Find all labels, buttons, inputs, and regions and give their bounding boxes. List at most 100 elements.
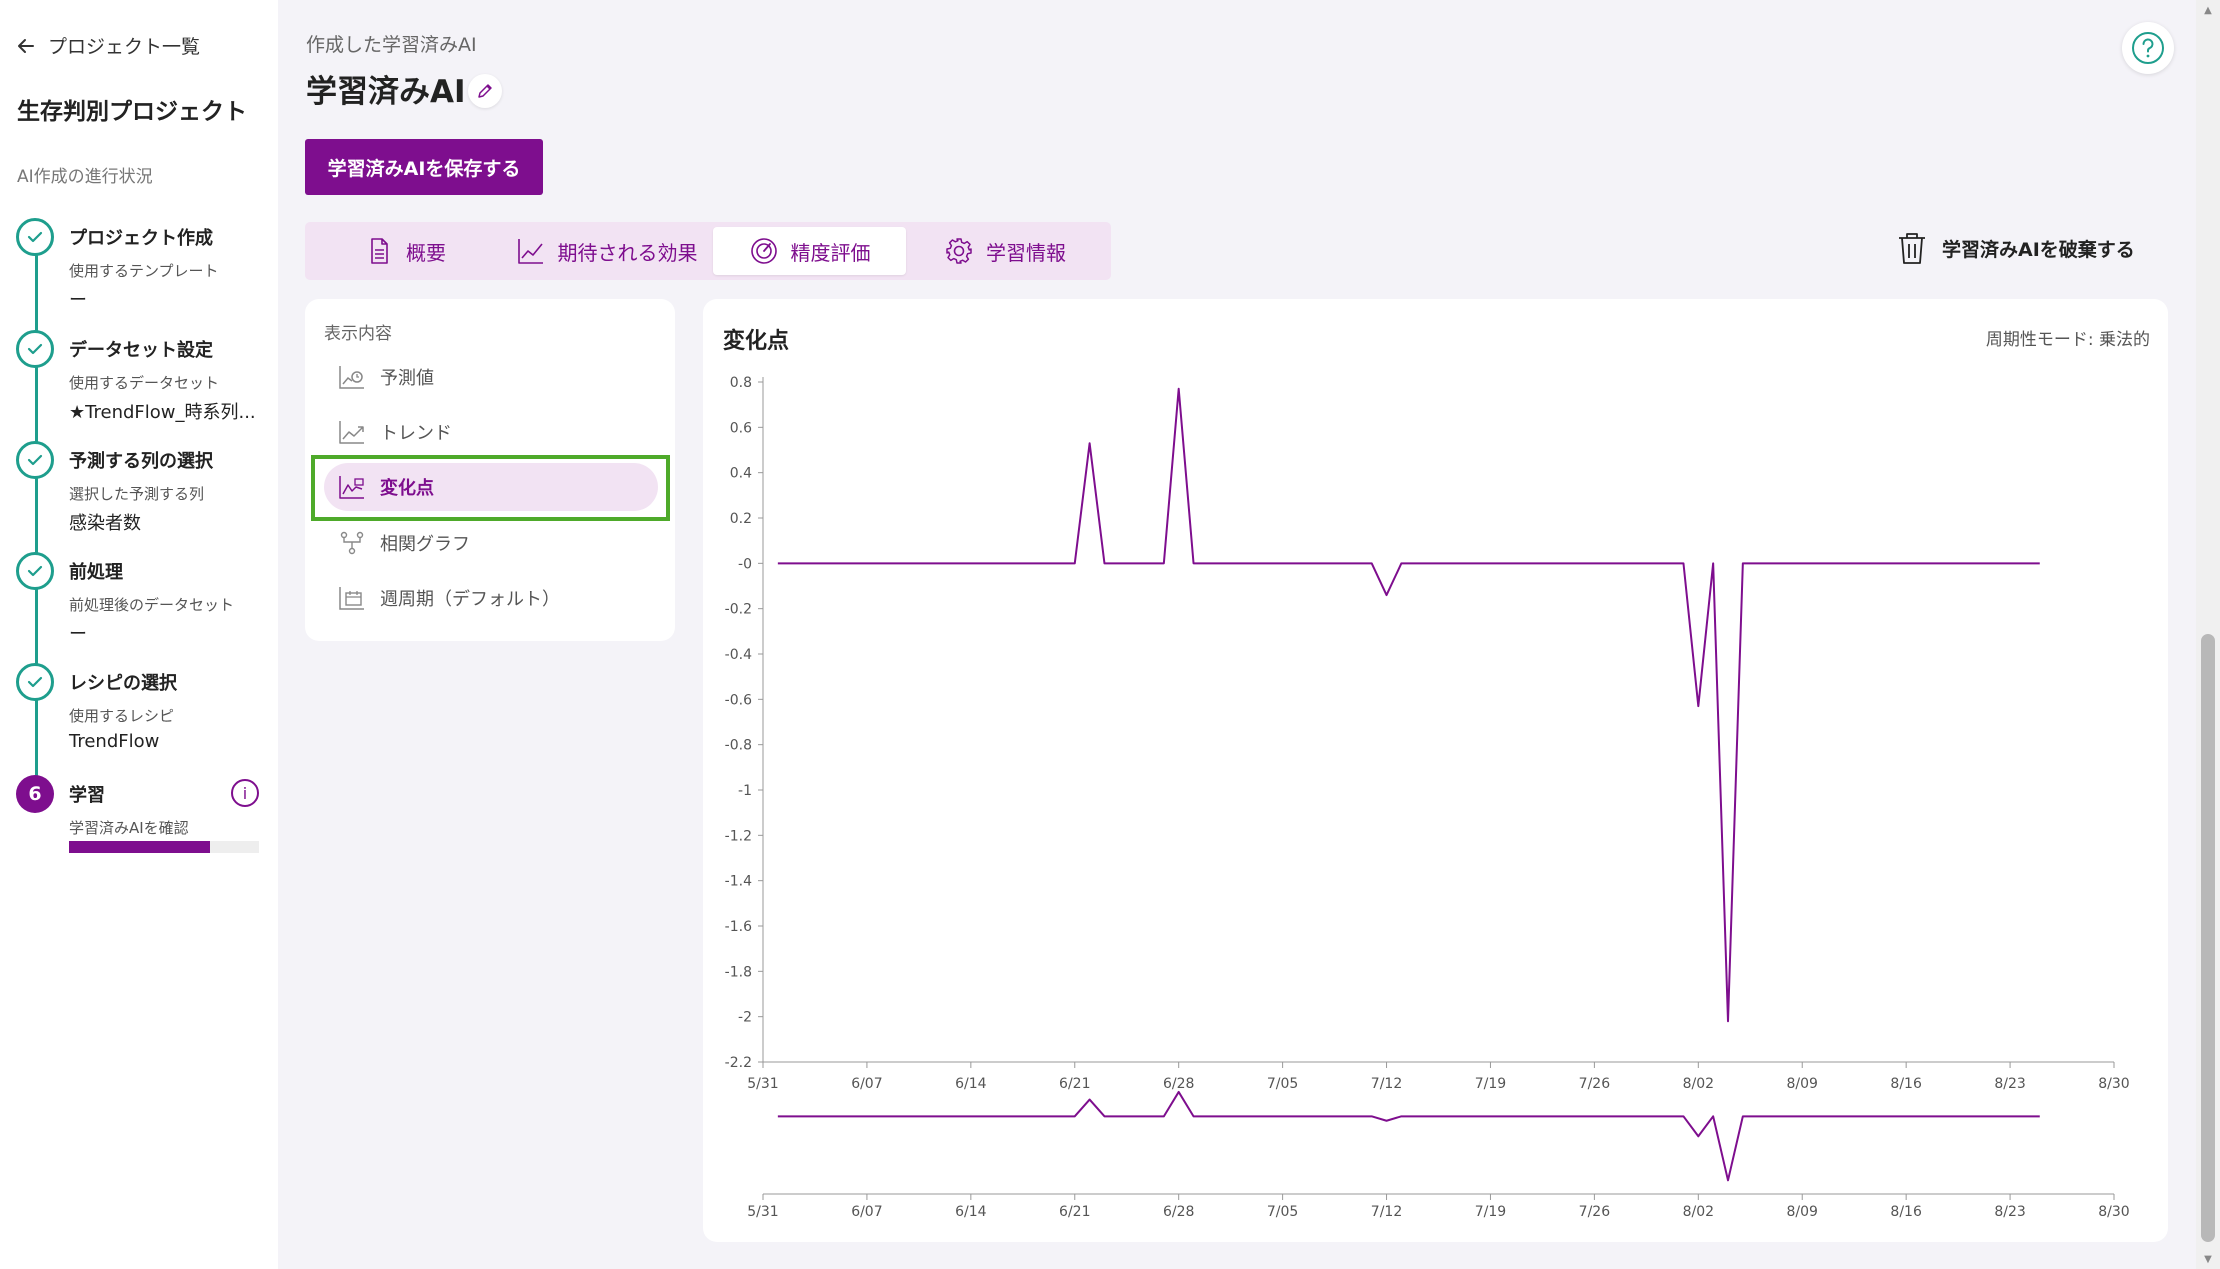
step-value: 感染者数	[69, 513, 141, 534]
gauge-icon	[750, 238, 777, 264]
arrow-left-icon	[18, 38, 34, 53]
step-title: データセット設定	[69, 340, 213, 361]
step-subtitle: 学習済みAIを確認	[69, 819, 189, 837]
step-title: プロジェクト作成	[69, 228, 213, 249]
x-tick-label: 7/12	[1371, 1076, 1402, 1092]
x-tick-label: 7/19	[1475, 1076, 1506, 1092]
y-tick-label: -1.6	[725, 919, 752, 935]
menu-item-label: 変化点	[380, 478, 434, 499]
tab-label: 学習情報	[986, 240, 1066, 265]
step-title: レシピの選択	[69, 673, 177, 694]
menu-item-label: 相関グラフ	[380, 534, 470, 555]
check-icon	[16, 218, 54, 256]
step-value: ー	[69, 624, 87, 645]
tab-label: 概要	[406, 240, 446, 265]
training-progress-fill	[69, 841, 210, 853]
y-tick-label: 0.8	[730, 375, 752, 391]
x-tick-label: 8/16	[1890, 1076, 1922, 1092]
menu-item-label: 週周期（デフォルト）	[380, 589, 560, 610]
menu-item-label: 予測値	[380, 368, 434, 389]
x-tick-label: 6/07	[851, 1076, 882, 1092]
menu-item-correlation[interactable]: 相関グラフ	[324, 519, 658, 567]
y-tick-label: 0.2	[730, 511, 752, 527]
y-tick-label: -0.2	[725, 602, 752, 618]
back-link-label: プロジェクト一覧	[48, 36, 201, 58]
edit-title-button[interactable]	[468, 74, 502, 108]
x-tick-label: 8/30	[2098, 1076, 2129, 1092]
changepoint-chart[interactable]: 0.8 0.6 0.4 0.2 -0 -0.2 -0.4 -0.6 -0.8 -1 -1.2 -1.4…	[703, 299, 2168, 1242]
y-tick-label: -1.4	[725, 874, 752, 890]
save-model-button[interactable]: 学習済みAIを保存する	[305, 139, 543, 195]
menu-item-forecast[interactable]: 予測値	[324, 353, 658, 401]
check-icon	[16, 330, 54, 368]
info-icon[interactable]: i	[231, 779, 259, 807]
line-chart-icon	[517, 239, 543, 264]
discard-model-button[interactable]: 学習済みAIを破棄する	[1896, 230, 2135, 266]
x-tick-label: 8/02	[1683, 1076, 1714, 1092]
display-content-panel: 表示内容 予測値 トレンド 変化点 相関グラフ 週周期（デフォルト）	[305, 299, 675, 641]
question-circle-icon	[2132, 32, 2164, 64]
trash-icon	[1899, 233, 1925, 264]
menu-item-weekly[interactable]: 週周期（デフォルト）	[324, 574, 658, 622]
step-number: 6	[16, 775, 54, 813]
y-tick-label: -1.8	[725, 964, 752, 980]
scroll-down-arrow[interactable]: ▼	[2196, 1249, 2220, 1269]
step-title: 学習	[69, 785, 105, 806]
step-subtitle: 前処理後のデータセット	[69, 596, 235, 614]
x-tick-label: 8/09	[1787, 1076, 1818, 1092]
step-subtitle: 使用するレシピ	[69, 707, 175, 725]
menu-item-label: トレンド	[380, 423, 452, 444]
step-value: TrendFlow	[69, 731, 160, 752]
step-subtitle: 選択した予測する列	[69, 485, 205, 503]
page-title: 学習済みAI	[306, 74, 466, 110]
y-tick-label: -1.2	[725, 828, 752, 844]
step-title: 前処理	[69, 562, 123, 583]
overview-series-line	[777, 1090, 2040, 1182]
tab-training-info[interactable]: 学習情報	[906, 227, 1104, 275]
overview-x-tick-label: 7/19	[1475, 1204, 1506, 1220]
menu-item-changepoint[interactable]: 変化点	[324, 463, 658, 511]
menu-item-trend[interactable]: トレンド	[324, 408, 658, 456]
x-tick-label: 7/26	[1579, 1076, 1611, 1092]
overview-x-tick-label: 7/12	[1371, 1204, 1402, 1220]
panel-header: 表示内容	[324, 324, 392, 344]
changepoint-icon	[339, 476, 364, 499]
progress-label: AI作成の進行状況	[17, 167, 153, 187]
x-tick-label: 5/31	[747, 1076, 778, 1092]
help-button[interactable]	[2122, 22, 2174, 74]
project-name: 生存判別プロジェクト	[17, 99, 247, 125]
overview-x-tick-label: 6/28	[1163, 1204, 1194, 1220]
pencil-icon	[478, 84, 492, 98]
tab-overview[interactable]: 概要	[310, 227, 500, 275]
overview-x-tick-label: 6/07	[851, 1204, 882, 1220]
correlation-icon	[340, 531, 364, 555]
step-value: ★TrendFlow_時系列...	[69, 402, 256, 423]
changepoint-series-line	[777, 387, 2040, 1023]
overview-x-tick-label: 6/14	[955, 1204, 987, 1220]
page-scrollbar[interactable]: ▲ ▼	[2196, 0, 2220, 1269]
step-value: ー	[69, 290, 87, 311]
scroll-up-arrow[interactable]: ▲	[2196, 0, 2220, 20]
document-icon	[371, 238, 388, 264]
x-tick-label: 6/14	[955, 1076, 987, 1092]
y-tick-label: -1	[738, 783, 752, 799]
gear-icon	[946, 238, 972, 264]
x-tick-label: 6/21	[1059, 1076, 1090, 1092]
tab-accuracy-evaluation[interactable]: 精度評価	[713, 227, 906, 275]
tab-label: 精度評価	[790, 240, 871, 265]
overview-x-tick-label: 6/21	[1059, 1204, 1090, 1220]
tab-expected-effects[interactable]: 期待される効果	[500, 227, 713, 275]
x-tick-label: 7/05	[1267, 1076, 1298, 1092]
x-tick-label: 6/28	[1163, 1076, 1194, 1092]
overview-x-tick-label: 5/31	[747, 1204, 778, 1220]
back-to-projects-link[interactable]: プロジェクト一覧	[16, 32, 200, 59]
scrollbar-thumb[interactable]	[2201, 634, 2215, 1242]
y-tick-label: -2.2	[725, 1055, 752, 1071]
step-title: 予測する列の選択	[69, 451, 213, 472]
x-tick-label: 8/23	[1994, 1076, 2025, 1092]
overview-x-tick-label: 8/09	[1787, 1204, 1818, 1220]
chart-panel: 変化点 周期性モード: 乗法的 0.8 0.6 0.4 0.2 -0 -0.2 -0.4 -0…	[703, 299, 2168, 1242]
y-tick-label: -0	[738, 556, 752, 572]
breadcrumb: 作成した学習済みAI	[306, 34, 477, 56]
overview-x-tick-label: 8/02	[1683, 1204, 1714, 1220]
